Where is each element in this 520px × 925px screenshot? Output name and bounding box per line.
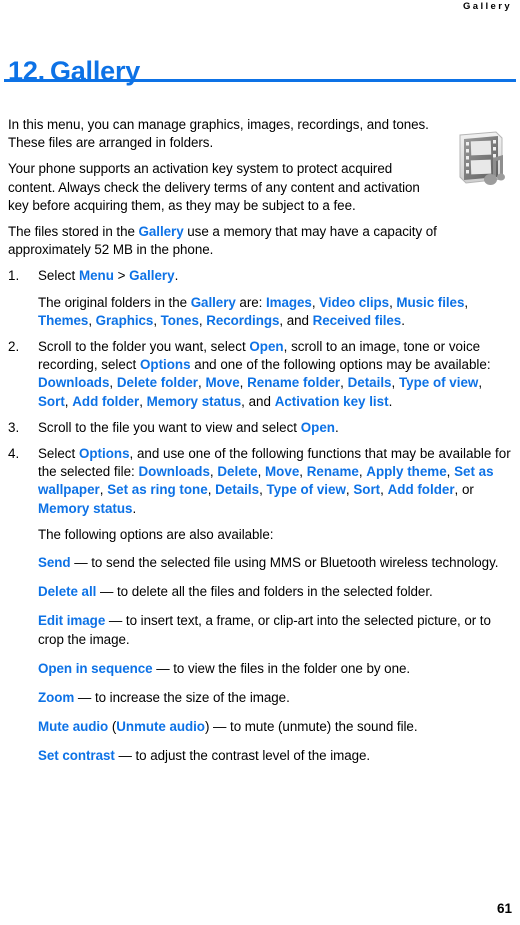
option-dash: — [96, 584, 117, 600]
step4-or: , or [454, 482, 474, 498]
step4-text-a: Select [38, 446, 79, 462]
step2-text-a: Scroll to the folder you want, select [38, 339, 250, 355]
option-description: to view the files in the folder one by o… [173, 660, 411, 676]
option-term-unmute-audio[interactable]: Unmute audio [116, 719, 205, 734]
step1-period: . [174, 268, 179, 284]
option-description: to adjust the contrast level of the imag… [135, 748, 371, 764]
link-downloads[interactable]: Downloads [139, 464, 210, 479]
step-item-3: Scroll to the file you want to view and … [8, 419, 516, 437]
link-downloads[interactable]: Downloads [38, 375, 109, 390]
option-description: to send the selected file using MMS or B… [91, 555, 499, 571]
option-dash: — [152, 660, 174, 676]
step2-end: . [388, 393, 393, 409]
option-dash: — [114, 748, 136, 764]
option-entry: Delete all — to delete all the files and… [38, 583, 516, 601]
link-delete-folder[interactable]: Delete folder [117, 375, 198, 390]
option-dash: — [209, 719, 231, 735]
link-activation-key-list[interactable]: Activation key list [275, 394, 389, 409]
link-move[interactable]: Move [205, 375, 239, 390]
link-type-of-view[interactable]: Type of view [267, 482, 346, 497]
link-options-step2[interactable]: Options [140, 357, 191, 372]
option-term-edit-image[interactable]: Edit image [38, 613, 105, 628]
option-entry: Zoom — to increase the size of the image… [38, 689, 516, 707]
step1-sub-a: The original folders in the [38, 294, 191, 310]
link-sort[interactable]: Sort [353, 482, 380, 497]
link-menu[interactable]: Menu [79, 268, 114, 283]
step-item-1: Select Menu > Gallery. The original fold… [8, 267, 516, 330]
link-type-of-view[interactable]: Type of view [399, 375, 478, 390]
option-term-delete-all[interactable]: Delete all [38, 584, 96, 599]
step1-sub-end: . [401, 312, 405, 328]
option-entry: Set contrast — to adjust the contrast le… [38, 747, 516, 765]
intro-paragraph-3: The files stored in the Gallery use a me… [8, 223, 516, 259]
step1-sub-and: , and [279, 312, 313, 328]
option-entry: Send — to send the selected file using M… [38, 554, 516, 572]
option-description: to increase the size of the image. [94, 690, 290, 706]
options-definition-list: Send — to send the selected file using M… [8, 554, 516, 766]
intro-paragraph-1: In this menu, you can manage graphics, i… [8, 117, 429, 151]
step4-end: . [132, 500, 137, 516]
link-received-files[interactable]: Received files [313, 313, 402, 328]
link-memory-status[interactable]: Memory status [147, 394, 242, 409]
step2-text-c: and one of the following options may be … [190, 357, 491, 373]
link-tones[interactable]: Tones [161, 313, 199, 328]
option-term-set-contrast[interactable]: Set contrast [38, 748, 115, 763]
step-item-4: Select Options, and use one of the follo… [8, 445, 516, 544]
link-memory-status-step4[interactable]: Memory status [38, 501, 133, 516]
link-open-step3[interactable]: Open [301, 420, 335, 435]
step1-lead: Select [38, 268, 79, 284]
link-apply-theme[interactable]: Apply theme [366, 464, 446, 479]
step3-text-a: Scroll to the file you want to view and … [38, 419, 301, 435]
link-images[interactable]: Images [266, 295, 312, 310]
option-dash: — [70, 555, 92, 571]
link-rename[interactable]: Rename [307, 464, 359, 479]
link-add-folder[interactable]: Add folder [388, 482, 455, 497]
step1-gt: > [113, 268, 130, 284]
option-entry: Open in sequence — to view the files in … [38, 660, 516, 678]
link-set-as-ring-tone[interactable]: Set as ring tone [107, 482, 207, 497]
option-entry: Edit image — to insert text, a frame, or… [38, 612, 516, 648]
option-term-zoom[interactable]: Zoom [38, 690, 74, 705]
main-content: In this menu, you can manage graphics, i… [8, 116, 516, 777]
link-graphics[interactable]: Graphics [96, 313, 154, 328]
page-title: 12. Gallery [8, 54, 140, 88]
link-options-step4[interactable]: Options [79, 446, 130, 461]
numbered-steps-list: Select Menu > Gallery. The original fold… [8, 267, 516, 544]
link-recordings[interactable]: Recordings [206, 313, 279, 328]
step1-subtext: The original folders in the Gallery are:… [38, 294, 516, 330]
link-sort[interactable]: Sort [38, 394, 65, 409]
link-gallery-sub[interactable]: Gallery [191, 295, 236, 310]
link-add-folder[interactable]: Add folder [72, 394, 139, 409]
option-term-open-in-sequence[interactable]: Open in sequence [38, 661, 153, 676]
link-delete[interactable]: Delete [217, 464, 257, 479]
link-move[interactable]: Move [265, 464, 299, 479]
step3-end: . [334, 419, 339, 435]
option-description: to delete all the files and folders in t… [117, 584, 433, 600]
step2-and: , and [241, 393, 275, 409]
option-dash: — [105, 613, 126, 629]
link-gallery-step1[interactable]: Gallery [129, 268, 174, 283]
option-dash: — [74, 690, 95, 706]
link-open-step2[interactable]: Open [249, 339, 283, 354]
step-item-2: Scroll to the folder you want, select Op… [8, 338, 516, 411]
link-video-clips[interactable]: Video clips [319, 295, 389, 310]
link-details[interactable]: Details [348, 375, 392, 390]
step4-subtext: The following options are also available… [38, 526, 274, 542]
intro-paragraph-2: Your phone supports an activation key sy… [8, 161, 420, 213]
option-term-send[interactable]: Send [38, 555, 71, 570]
link-gallery[interactable]: Gallery [139, 224, 184, 239]
intro-p3-part-a: The files stored in the [8, 224, 139, 240]
step1-sub-b: are: [235, 294, 266, 310]
link-themes[interactable]: Themes [38, 313, 88, 328]
page-number: 61 [496, 901, 512, 916]
link-details[interactable]: Details [215, 482, 259, 497]
option-description: to mute (unmute) the sound file. [230, 719, 418, 735]
title-divider [4, 79, 516, 82]
link-music-files[interactable]: Music files [396, 295, 464, 310]
running-header: Gallery [462, 1, 512, 12]
link-rename-folder[interactable]: Rename folder [247, 375, 340, 390]
option-term-mute-audio[interactable]: Mute audio [38, 719, 108, 734]
option-entry: Mute audio (Unmute audio) — to mute (unm… [38, 718, 516, 736]
